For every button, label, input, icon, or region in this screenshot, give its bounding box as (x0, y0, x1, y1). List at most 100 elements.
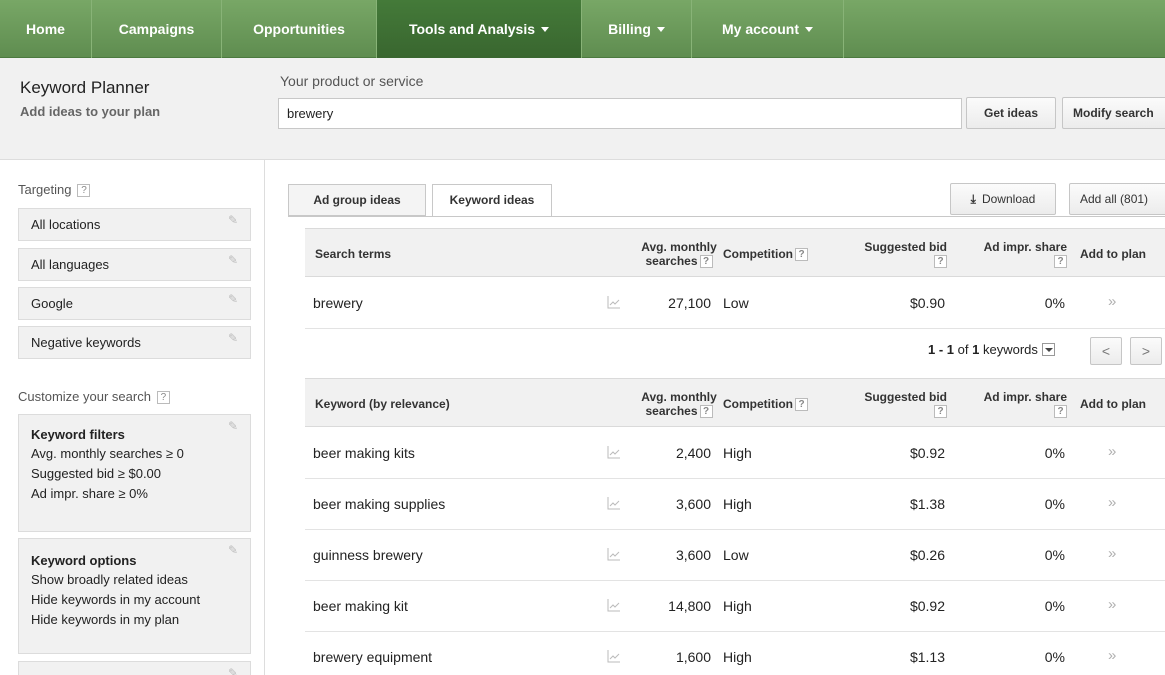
col-competition[interactable]: Competition? (723, 247, 808, 262)
table-row: beer making kits 2,400 High $0.92 0% » (305, 428, 1165, 479)
nav-billing[interactable]: Billing (582, 0, 692, 58)
help-icon[interactable]: ? (699, 405, 713, 419)
avg-monthly-searches: 2,400 (675, 445, 711, 461)
tab-underline (288, 216, 1165, 217)
nav-opportunities-label: Opportunities (253, 21, 345, 37)
targeting-locations[interactable]: All locations ✎ (18, 208, 251, 241)
targeting-negative-keywords[interactable]: Negative keywords ✎ (18, 326, 251, 359)
option-line: Hide keywords in my plan (31, 612, 180, 627)
col-avg-monthly-searches[interactable]: Avg. monthly searches? (623, 390, 735, 419)
table-row: brewery equipment 1,600 High $1.13 0% » (305, 632, 1165, 675)
targeting-locations-label: All locations (31, 217, 101, 232)
next-page-button[interactable]: > (1130, 337, 1162, 365)
pager-total: 1 (972, 342, 980, 357)
competition: Low (723, 547, 749, 563)
help-icon[interactable]: ? (1054, 255, 1067, 269)
double-chevron-right-icon[interactable]: » (1108, 479, 1116, 529)
col-ad-impr-share[interactable]: Ad impr. share? (965, 390, 1067, 419)
pager-range: 1 - 1 (928, 342, 955, 357)
keyword-options-card[interactable]: ✎ Keyword options Show broadly related i… (18, 538, 251, 654)
help-icon[interactable]: ? (77, 184, 91, 198)
modify-search-button[interactable]: Modify search (1062, 97, 1165, 129)
nav-campaigns[interactable]: Campaigns (92, 0, 222, 58)
get-ideas-button[interactable]: Get ideas (966, 97, 1056, 129)
col-suggested-bid[interactable]: Suggested bid? (851, 390, 947, 419)
col-suggested-bid-label: Suggested bid (864, 240, 947, 254)
suggested-bid: $0.26 (909, 547, 945, 563)
chart-trend-icon[interactable] (607, 295, 621, 309)
pencil-icon: ✎ (228, 331, 239, 345)
download-button[interactable]: ⤓ Download (950, 183, 1056, 215)
search-terms-header: Search terms Avg. monthly searches? Comp… (305, 228, 1165, 277)
competition: High (723, 445, 752, 461)
pencil-icon: ✎ (228, 213, 239, 227)
chevron-right-icon: > (1141, 343, 1151, 359)
download-label: Download (981, 192, 1036, 206)
targeting-heading: Targeting? (18, 182, 91, 198)
double-chevron-right-icon[interactable]: » (1108, 530, 1116, 580)
targeting-languages[interactable]: All languages ✎ (18, 248, 251, 281)
help-icon[interactable]: ? (699, 255, 713, 269)
tab-ad-group-ideas[interactable]: Ad group ideas (288, 184, 426, 216)
pager-of: of (957, 342, 969, 357)
ad-impr-share: 0% (1044, 496, 1065, 512)
suggested-bid: $1.38 (909, 496, 945, 512)
keyword-term: beer making kits (313, 445, 415, 461)
double-chevron-right-icon[interactable]: » (1108, 428, 1116, 478)
help-icon[interactable]: ? (934, 255, 947, 269)
chart-trend-icon[interactable] (607, 445, 621, 459)
col-keyword-by-relevance[interactable]: Keyword (by relevance) (315, 397, 450, 411)
add-all-button[interactable]: Add all (801) (1069, 183, 1165, 215)
double-chevron-right-icon[interactable]: » (1108, 632, 1116, 675)
chart-trend-icon[interactable] (607, 496, 621, 510)
filter-line: Avg. monthly searches ≥ 0 (31, 446, 184, 461)
keyword-options-title: Keyword options (31, 553, 137, 568)
double-chevron-right-icon[interactable]: » (1108, 581, 1116, 631)
chart-trend-icon[interactable] (607, 649, 621, 663)
col-avg-monthly-searches[interactable]: Avg. monthly searches? (623, 240, 735, 269)
pencil-icon: ✎ (228, 666, 239, 675)
filter-line: Suggested bid ≥ $0.00 (31, 466, 162, 481)
col-add-to-plan: Add to plan (1080, 397, 1146, 411)
pencil-icon: ✎ (228, 292, 239, 306)
nav-my-account[interactable]: My account (692, 0, 844, 58)
col-suggested-bid[interactable]: Suggested bid? (851, 240, 947, 269)
sidebar-divider (264, 160, 265, 675)
avg-monthly-searches: 3,600 (675, 496, 711, 512)
avg-monthly-searches: 1,600 (675, 649, 711, 665)
nav-tools-and-analysis[interactable]: Tools and Analysis (377, 0, 582, 58)
nav-home[interactable]: Home (0, 0, 92, 58)
chevron-down-icon (656, 26, 665, 32)
next-sidebar-card[interactable]: ✎ (18, 661, 251, 675)
targeting-network[interactable]: Google ✎ (18, 287, 251, 320)
col-avg-line2: searches (645, 254, 698, 268)
table-row: beer making supplies 3,600 High $1.38 0%… (305, 479, 1165, 530)
help-icon[interactable]: ? (795, 398, 808, 412)
tab-keyword-ideas[interactable]: Keyword ideas (432, 184, 552, 217)
chevron-down-icon (541, 26, 550, 32)
chevron-left-icon: < (1101, 343, 1111, 359)
rows-per-page-dropdown[interactable] (1041, 343, 1055, 357)
customize-heading: Customize your search? (18, 389, 170, 405)
keyword-filters-card[interactable]: ✎ Keyword filters Avg. monthly searches … (18, 414, 251, 532)
page-subtitle: Add ideas to your plan (20, 104, 161, 119)
col-ad-impr-share[interactable]: Ad impr. share? (965, 240, 1067, 269)
keyword-ideas-header: Keyword (by relevance) Avg. monthly sear… (305, 378, 1165, 427)
help-icon[interactable]: ? (1054, 405, 1067, 419)
help-icon[interactable]: ? (156, 391, 170, 405)
chart-trend-icon[interactable] (607, 598, 621, 612)
page-title: Keyword Planner (20, 78, 150, 97)
help-icon[interactable]: ? (795, 248, 808, 262)
prev-page-button[interactable]: < (1090, 337, 1122, 365)
suggested-bid: $0.92 (909, 445, 945, 461)
col-ad-impr-share-label: Ad impr. share (983, 390, 1067, 404)
product-input[interactable] (278, 98, 962, 129)
col-search-terms[interactable]: Search terms (315, 247, 391, 261)
col-add-to-plan: Add to plan (1080, 247, 1146, 261)
nav-opportunities[interactable]: Opportunities (222, 0, 377, 58)
chart-trend-icon[interactable] (607, 547, 621, 561)
col-competition[interactable]: Competition? (723, 397, 808, 412)
double-chevron-right-icon[interactable]: » (1108, 278, 1116, 328)
nav-home-label: Home (26, 21, 65, 37)
help-icon[interactable]: ? (934, 405, 947, 419)
